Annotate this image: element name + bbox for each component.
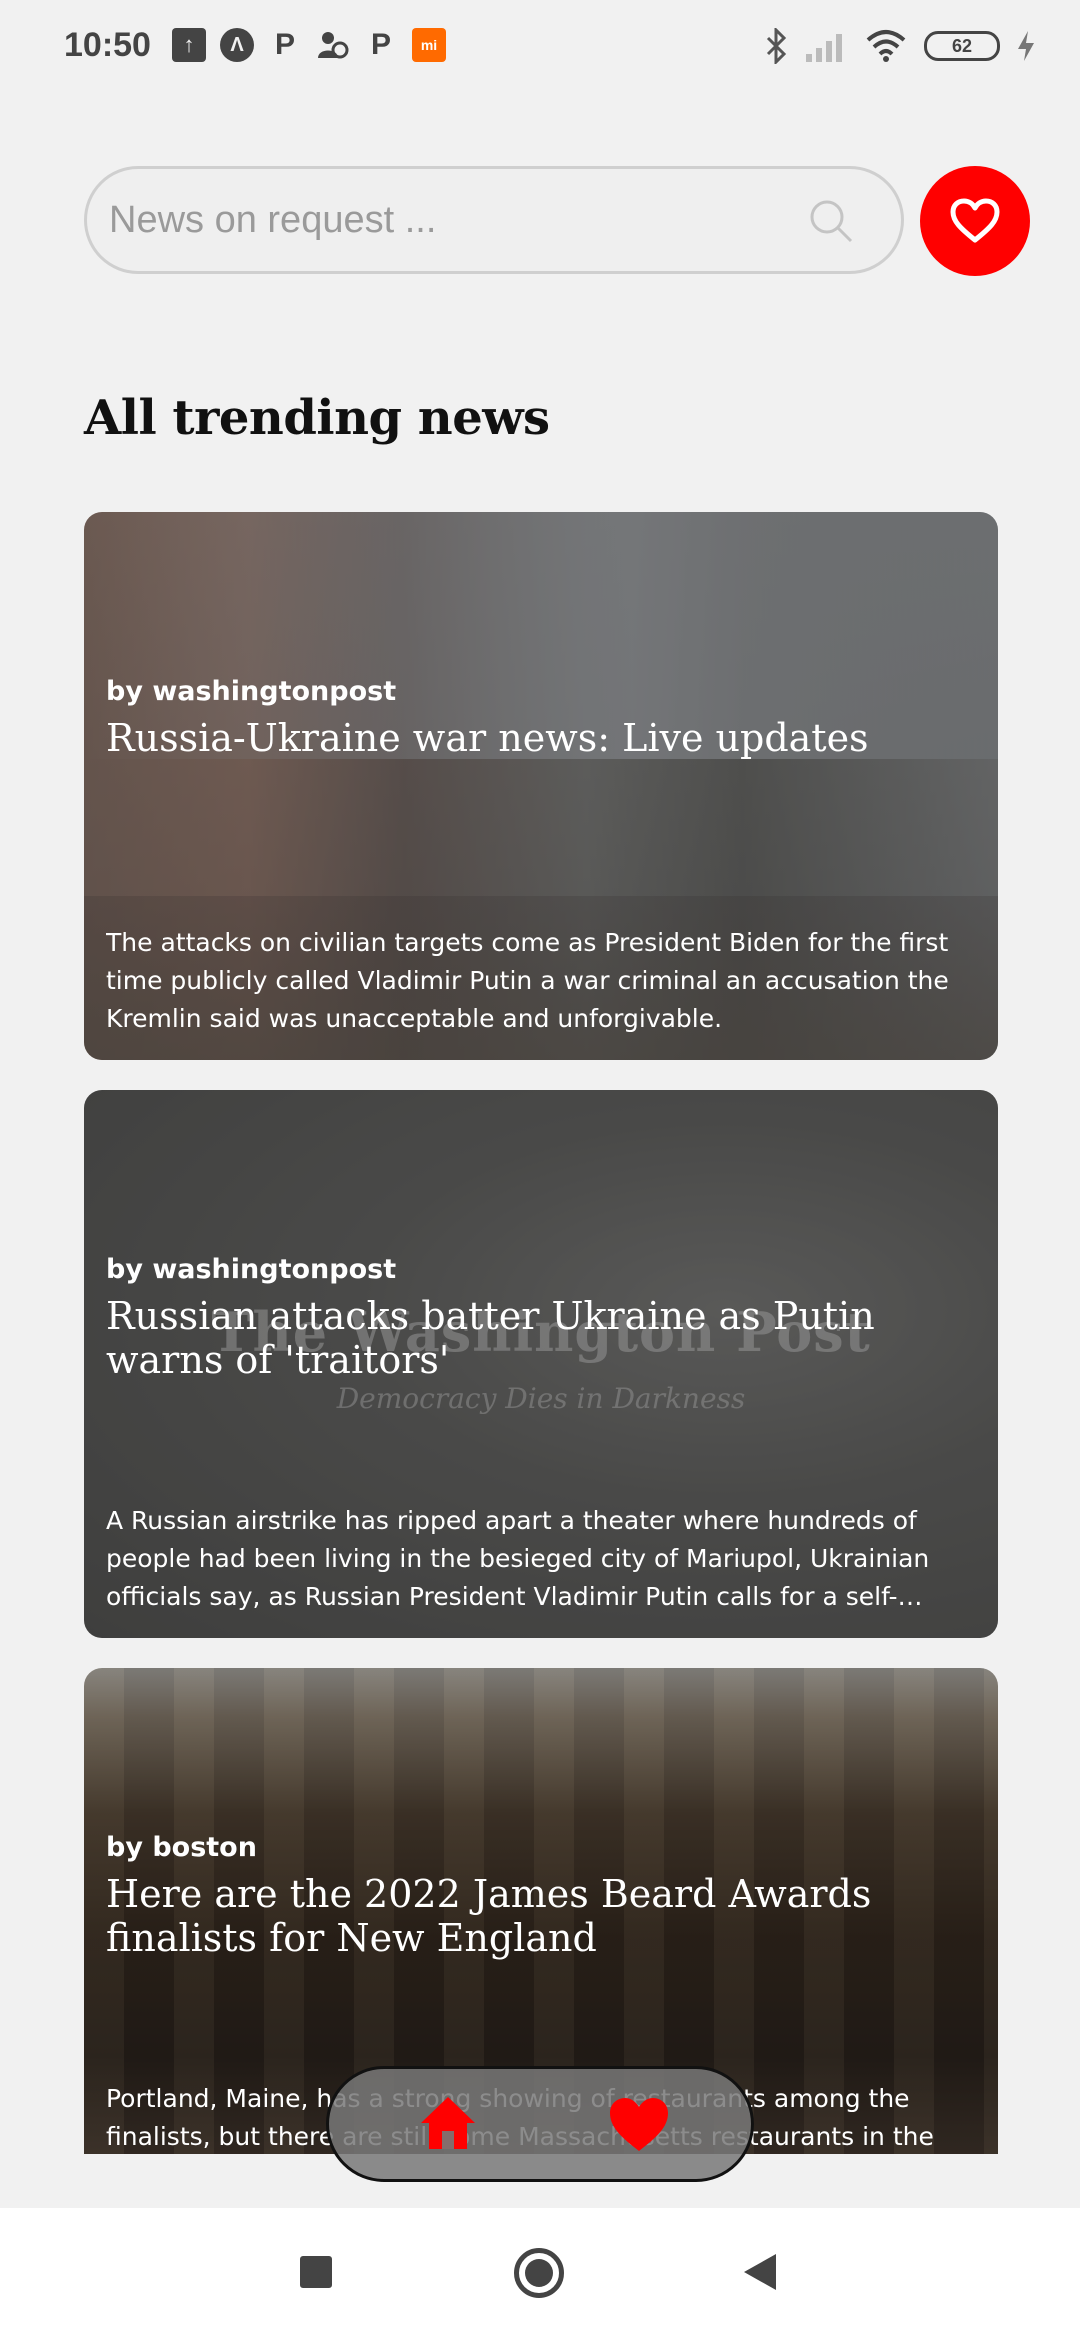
p-icon: P	[370, 28, 391, 61]
home-icon[interactable]	[417, 2093, 479, 2155]
bluetooth-icon	[766, 28, 787, 64]
news-source: by boston	[106, 1832, 257, 1863]
recent-apps-icon[interactable]	[300, 2256, 332, 2288]
news-source: by washingtonpost	[106, 676, 397, 707]
news-title: Russia-Ukraine war news: Live updates	[106, 716, 869, 760]
news-card[interactable]: by washingtonpost Russia-Ukraine war new…	[84, 512, 998, 1060]
search-bar	[84, 166, 904, 274]
news-description: The attacks on civilian targets come as …	[106, 928, 949, 1033]
news-source: by washingtonpost	[106, 1254, 397, 1285]
news-card[interactable]: The Washington Post Democracy Dies in Da…	[84, 1090, 998, 1638]
battery-icon: 62	[924, 31, 1000, 61]
heart-icon[interactable]	[607, 2095, 671, 2155]
system-nav-bar	[0, 2208, 1080, 2340]
nav-a-icon: Λ	[220, 28, 254, 62]
people-icon	[316, 28, 350, 62]
section-title: All trending news	[84, 390, 550, 446]
favorites-button[interactable]	[920, 166, 1030, 276]
home-button-icon[interactable]	[514, 2248, 564, 2298]
notification-icons: ↑ Λ P P mi	[172, 28, 446, 62]
status-time: 10:50	[64, 26, 151, 64]
heart-outline-icon	[950, 198, 1000, 243]
wifi-icon	[866, 30, 906, 62]
signal-icon	[806, 34, 842, 62]
system-icons: 62	[764, 28, 1036, 64]
search-icon[interactable]	[807, 197, 855, 245]
bottom-nav	[326, 2066, 754, 2182]
p-icon: P	[274, 28, 295, 61]
back-icon[interactable]	[744, 2254, 776, 2290]
upload-icon: ↑	[172, 28, 206, 62]
charging-icon	[1018, 31, 1034, 61]
status-bar: 10:50 ↑ Λ P P mi 62	[0, 0, 1080, 100]
search-input[interactable]	[109, 187, 749, 253]
mi-icon: mi	[412, 28, 446, 62]
news-title: Here are the 2022 James Beard Awards fin…	[106, 1872, 872, 1960]
news-description: A Russian airstrike has ripped apart a t…	[106, 1506, 930, 1611]
news-title: Russian attacks batter Ukraine as Putin …	[106, 1294, 875, 1382]
